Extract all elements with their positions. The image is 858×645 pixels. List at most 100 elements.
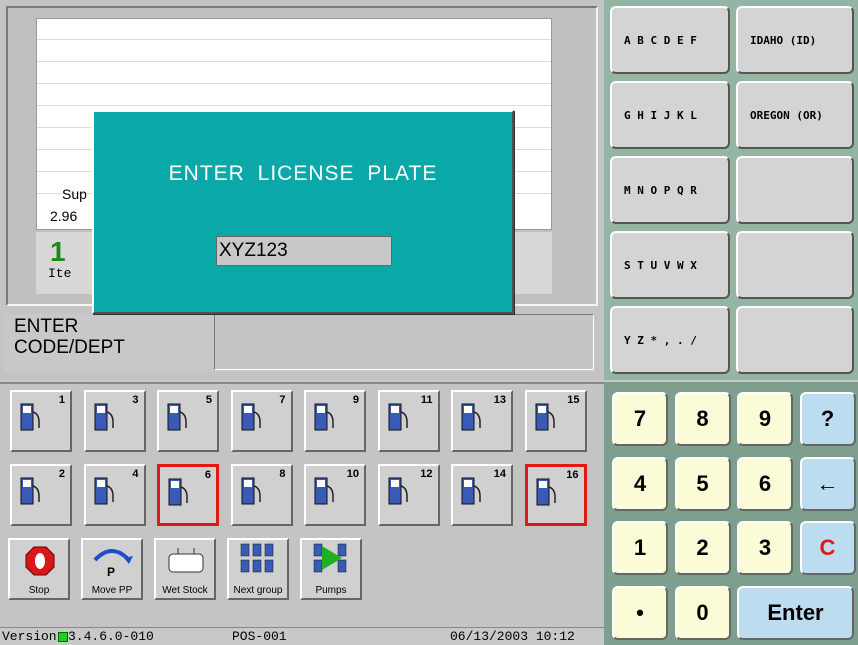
key-4[interactable]: 4 [612, 456, 668, 511]
function-button-label: Wet Stock [162, 585, 208, 596]
key-6[interactable]: 6 [737, 456, 793, 511]
pumps-icon [313, 543, 347, 573]
pump-button-12[interactable]: 12 [377, 464, 440, 526]
receipt-price-text: 2.96 [50, 208, 78, 224]
pump-icon [168, 478, 188, 506]
pump-button-3[interactable]: 3 [83, 390, 146, 452]
stop-button[interactable]: Stop [8, 538, 70, 600]
function-button-label: Stop [28, 585, 50, 596]
pump-icon [461, 477, 481, 505]
state-key-2[interactable]: OREGON (OR) [736, 81, 854, 149]
pump-icon [314, 477, 334, 505]
prompt-label-line2: CODE/DEPT [14, 337, 125, 358]
alpha-key-4[interactable]: S T U V W X [610, 231, 730, 299]
prompt-label-line1: ENTER [14, 316, 79, 337]
pump-icon [94, 403, 114, 431]
key-1[interactable]: 1 [612, 521, 668, 575]
function-button-label: Pumps [315, 585, 347, 596]
license-plate-input[interactable]: XYZ123 [216, 236, 392, 266]
enter-key[interactable]: Enter [737, 585, 854, 640]
pump-icon [536, 478, 556, 506]
pump-button-13[interactable]: 13 [451, 390, 513, 452]
state-key-1[interactable]: IDAHO (ID) [736, 6, 854, 74]
pump-number: 12 [420, 468, 433, 480]
key-3[interactable]: 3 [737, 521, 793, 575]
decimal-key[interactable]: • [612, 585, 668, 640]
pump-number: 11 [420, 394, 433, 406]
license-plate-dialog: ENTER LICENSE PLATE XYZ123 [92, 110, 514, 314]
status-indicator-icon [58, 632, 68, 642]
pump-icon [167, 403, 187, 431]
pump-button-9[interactable]: 9 [304, 390, 366, 452]
function-button-label: Next group [233, 585, 283, 596]
state-key-3[interactable] [736, 156, 854, 224]
pump-number: 8 [279, 468, 286, 480]
alpha-key-1[interactable]: A B C D E F [610, 6, 730, 74]
key-0[interactable]: 0 [674, 585, 731, 640]
pump-button-4[interactable]: 4 [83, 464, 146, 526]
receipt-line-text: Sup [62, 186, 87, 202]
pump-number: 3 [132, 394, 139, 406]
pump-button-14[interactable]: 14 [451, 464, 513, 526]
pump-number: 16 [566, 469, 579, 481]
next-group-icon [240, 543, 274, 573]
pump-button-11[interactable]: 11 [377, 390, 440, 452]
pump-icon [20, 403, 40, 431]
pump-number: 6 [204, 469, 211, 481]
svg-text:P: P [107, 565, 115, 578]
alpha-key-5[interactable]: Y Z * , . / [610, 306, 730, 374]
clear-key[interactable]: C [799, 521, 856, 575]
help-key[interactable]: ? [799, 392, 856, 446]
pump-icon [241, 403, 261, 431]
pump-number: 13 [493, 394, 506, 406]
item-label: Ite [48, 266, 72, 281]
pump-button-1[interactable]: 1 [10, 390, 72, 452]
pump-icon [388, 403, 408, 431]
pos-id: POS-001 [232, 629, 287, 644]
pump-number: 2 [58, 468, 65, 480]
pump-number: 15 [567, 394, 580, 406]
key-7[interactable]: 7 [612, 392, 668, 446]
status-bar: Version 3.4.6.0-010 POS-001 06/13/2003 1… [0, 627, 604, 645]
version-number: 3.4.6.0-010 [68, 629, 154, 644]
key-2[interactable]: 2 [674, 521, 731, 575]
pump-icon [388, 477, 408, 505]
pump-number: 4 [132, 468, 139, 480]
prompt-label: ENTER CODE/DEPT [14, 316, 125, 358]
pump-icon [94, 477, 114, 505]
pump-number: 10 [346, 468, 359, 480]
pump-number: 9 [352, 394, 359, 406]
key-5[interactable]: 5 [674, 456, 731, 511]
key-8[interactable]: 8 [674, 392, 731, 446]
state-key-4[interactable] [736, 231, 854, 299]
move-pp-button[interactable]: P Move PP [81, 538, 143, 600]
pump-number: 5 [205, 394, 212, 406]
pump-button-5[interactable]: 5 [157, 390, 219, 452]
state-key-5[interactable] [736, 306, 854, 374]
pump-button-7[interactable]: 7 [230, 390, 293, 452]
pump-number: 7 [279, 394, 286, 406]
pump-icon [535, 403, 555, 431]
pump-button-15[interactable]: 15 [524, 390, 587, 452]
pump-number: 1 [58, 394, 65, 406]
pump-button-8[interactable]: 8 [230, 464, 293, 526]
pump-button-16[interactable]: 16 [524, 464, 587, 526]
wet-stock-icon [168, 548, 204, 573]
code-dept-input[interactable] [214, 314, 594, 370]
wet-stock-button[interactable]: Wet Stock [154, 538, 216, 600]
alpha-key-2[interactable]: G H I J K L [610, 81, 730, 149]
pumps-button[interactable]: Pumps [300, 538, 362, 600]
backspace-key[interactable]: ← [799, 456, 856, 511]
pump-icon [461, 403, 481, 431]
date-time: 06/13/2003 10:12 [450, 629, 575, 644]
alpha-key-3[interactable]: M N O P Q R [610, 156, 730, 224]
pump-icon [241, 477, 261, 505]
stop-icon [25, 546, 55, 576]
pump-button-2[interactable]: 2 [10, 464, 72, 526]
key-9[interactable]: 9 [737, 392, 793, 446]
next-group-button[interactable]: Next group [227, 538, 289, 600]
pump-button-6[interactable]: 6 [157, 464, 219, 526]
pump-icon [314, 403, 334, 431]
version-label: Version [2, 629, 57, 644]
pump-button-10[interactable]: 10 [304, 464, 366, 526]
